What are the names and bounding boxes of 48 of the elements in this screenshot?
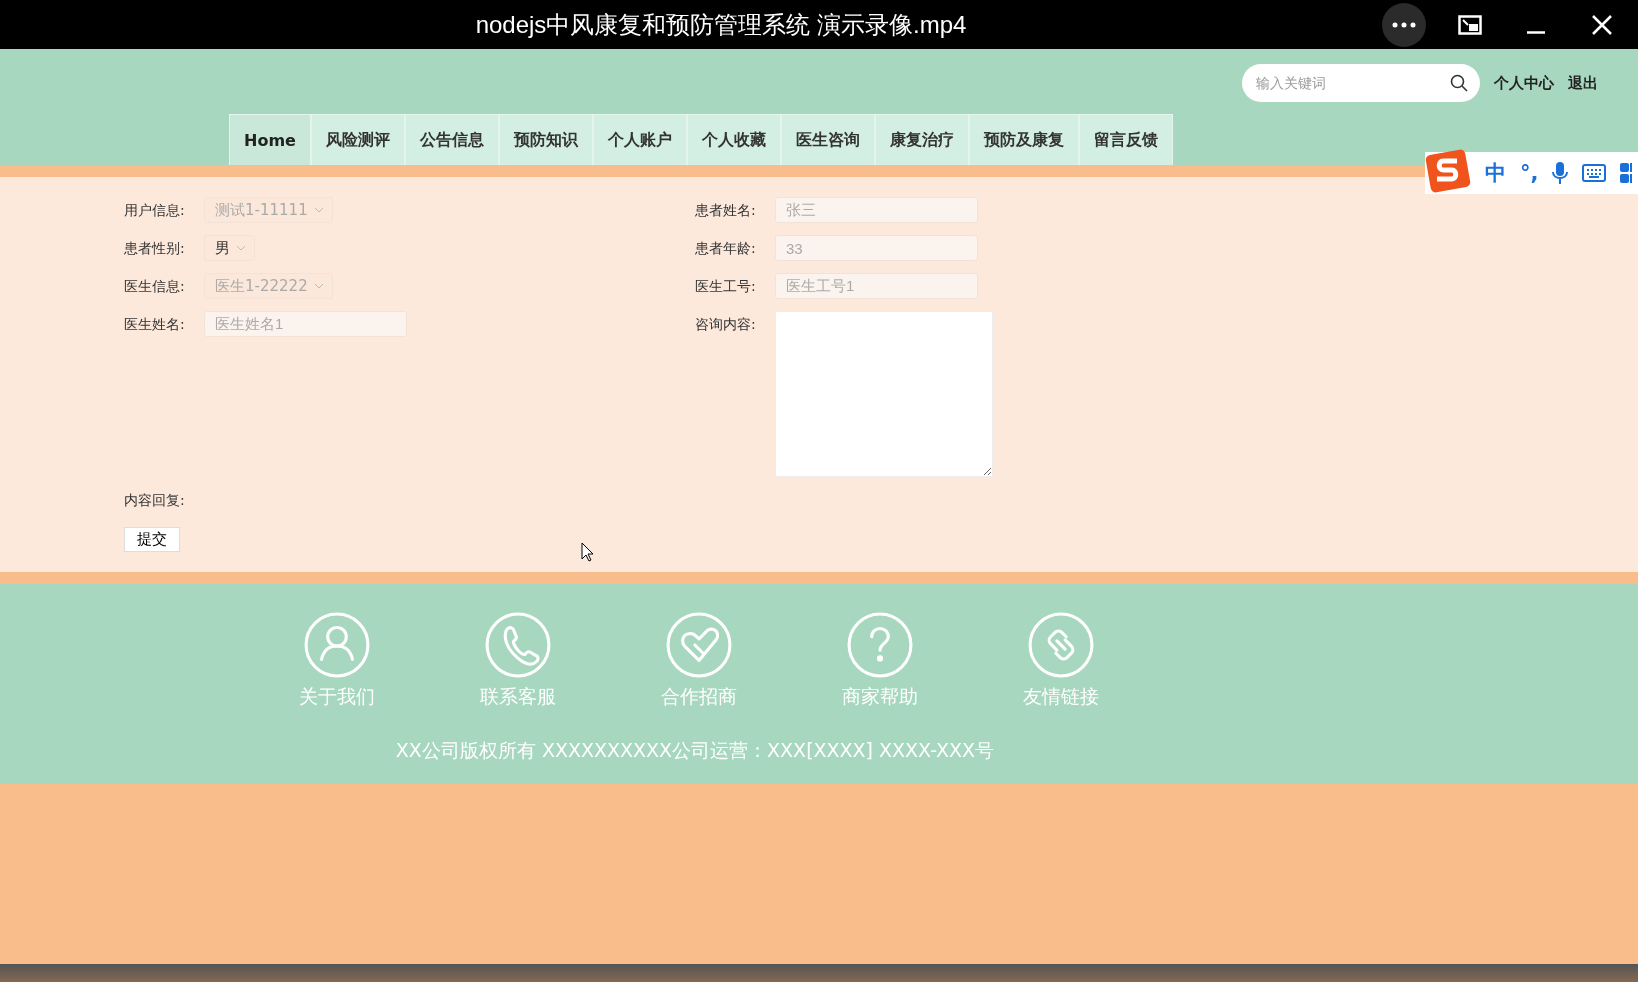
field-label: 医生工号: <box>695 277 757 296</box>
nav-tab[interactable]: 医生咨询 <box>780 114 875 165</box>
person-icon <box>303 612 370 678</box>
grid-icon[interactable] <box>1620 162 1633 184</box>
nav-tab[interactable]: 公告信息 <box>404 114 499 165</box>
more-icon <box>1392 21 1416 28</box>
minimize-icon <box>1526 31 1546 34</box>
nav-tab[interactable]: 个人账户 <box>592 114 687 165</box>
nav-tab[interactable]: 预防及康复 <box>968 114 1079 165</box>
field-label: 咨询内容: <box>695 315 757 334</box>
header-link[interactable]: 退出 <box>1568 73 1598 93</box>
chevron-down-icon <box>313 283 324 289</box>
search-field[interactable]: 输入关键词 <box>1254 74 1450 92</box>
ime-logo-icon[interactable] <box>1425 149 1471 193</box>
field-label: 医生姓名: <box>124 315 186 334</box>
picture-in-picture-icon <box>1458 14 1482 35</box>
phone-icon <box>484 612 551 678</box>
submit-button[interactable]: 提交 <box>124 527 180 552</box>
textarea-field[interactable] <box>775 311 993 477</box>
field-label: 患者年龄: <box>695 239 757 258</box>
question-icon <box>846 612 913 678</box>
search-icon[interactable] <box>1450 74 1468 92</box>
nav-tab[interactable]: 康复治疗 <box>874 114 969 165</box>
nav-tab[interactable]: Home <box>229 114 311 165</box>
nav-tab[interactable]: 风险测评 <box>310 114 405 165</box>
select-field[interactable]: 男 <box>204 235 255 261</box>
search-box[interactable]: 输入关键词 <box>1242 64 1480 102</box>
link-icon <box>1027 612 1094 678</box>
punctuation-toggle[interactable]: °, <box>1520 161 1539 185</box>
header-link[interactable]: 个人中心 <box>1494 73 1554 93</box>
copyright-text: XX公司版权所有 XXXXXXXXXX公司运营：XXX[XXXX] XXXX-XXX号 <box>394 738 996 763</box>
nav-tab[interactable]: 留言反馈 <box>1078 114 1173 165</box>
keyboard-icon[interactable] <box>1582 163 1607 183</box>
field-label: 患者姓名: <box>695 201 757 220</box>
nav-tab[interactable]: 预防知识 <box>498 114 593 165</box>
microphone-icon[interactable] <box>1552 161 1569 185</box>
field-label: 用户信息: <box>124 201 186 220</box>
field-label: 患者性别: <box>124 239 186 258</box>
chevron-down-icon <box>236 245 246 251</box>
nav-tab[interactable]: 个人收藏 <box>686 114 781 165</box>
field-label: 医生信息: <box>124 277 186 296</box>
cursor-icon <box>581 542 595 562</box>
input-mode-toggle[interactable]: 中 <box>1485 159 1506 187</box>
video-title: nodejs中风康复和预防管理系统 演示录像.mp4 <box>474 9 968 40</box>
field-label: 内容回复: <box>124 492 185 510</box>
close-icon <box>1591 13 1613 36</box>
chevron-down-icon <box>313 207 324 213</box>
more-button[interactable] <box>1382 2 1426 47</box>
